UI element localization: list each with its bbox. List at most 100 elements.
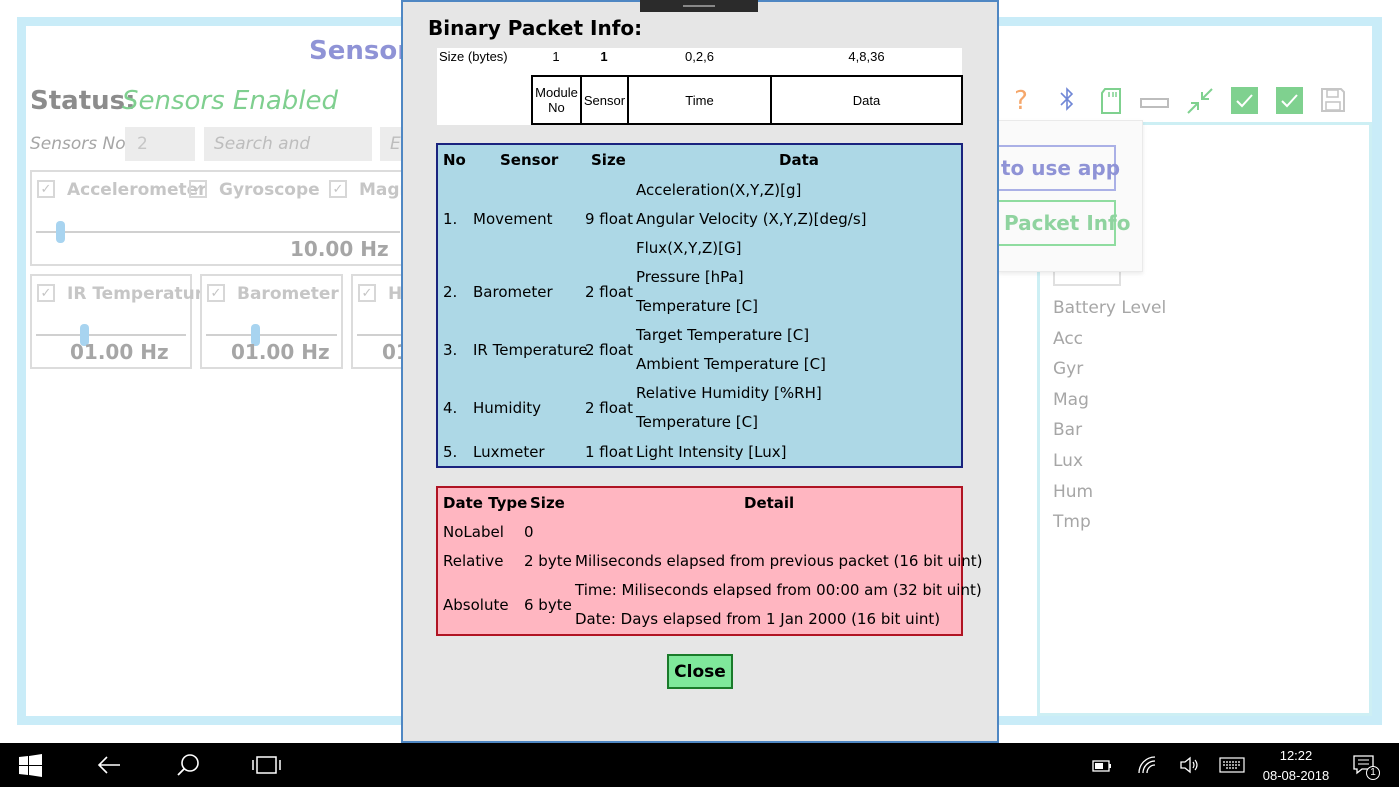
search-icon[interactable] [176,753,200,781]
back-icon[interactable] [97,755,121,779]
mag-label: Mag [1053,390,1089,410]
table-row-data: Flux(X,Y,Z)[G] [636,239,742,257]
sensors-no-input[interactable]: 2 [125,127,195,161]
movement-rate-value: 10.00 Hz [290,237,389,261]
windows-start-icon[interactable] [19,754,42,781]
bluetooth-icon[interactable] [1056,86,1078,118]
table-row-data: Acceleration(X,Y,Z)[g] [636,181,802,199]
packet-field-sensor: Sensor [580,75,629,125]
accelerometer-label: Accelerometer [67,180,207,200]
barometer-checkbox[interactable]: ✓ [207,284,225,302]
battery-field [1053,272,1121,286]
packet-info-button[interactable]: Packet Info [999,200,1130,246]
table-row-type: NoLabel [443,523,504,541]
table-row-no: 3. [443,341,458,359]
table-row-data: Relative Humidity [%RH] [636,384,822,402]
save-icon[interactable] [1320,87,1346,117]
table-row-detail: Time: Miliseconds elapsed from 00:00 am … [575,581,982,599]
movement-rate-slider-track[interactable] [36,231,400,233]
sd-card-icon[interactable] [1100,88,1122,118]
baro-rate-value: 01.00 Hz [231,340,330,364]
hum-rate-slider-track[interactable] [357,334,407,336]
ir-rate-slider-track[interactable] [36,334,186,336]
minus-bar-icon[interactable] [1140,94,1170,113]
bar-label: Bar [1053,420,1083,440]
table-row-type: Relative [443,552,504,570]
table-row-no: 2. [443,283,458,301]
magnetometer-checkbox[interactable]: ✓ [329,180,347,198]
table-row-size: 2 float [585,341,634,359]
status-value: Sensors Enabled [122,86,338,116]
packet-size-module: 1 [552,49,560,64]
task-view-icon[interactable] [252,754,281,780]
packet-size-sensor: 1 [600,49,608,64]
table-row-no: 1. [443,210,458,228]
gyroscope-checkbox[interactable]: ✓ [189,180,207,198]
table-row-no: 5. [443,443,458,461]
hum-label: Hum [1053,482,1094,502]
packet-field-time: Time [627,75,772,125]
table-row-size: 1 float [585,443,634,461]
tmp-label: Tmp [1053,512,1091,532]
table-row-sensor: Luxmeter [473,443,545,461]
barometer-label: Barometer [237,284,339,304]
table-row-data: Temperature [C] [636,297,758,315]
table-row-size: 6 byte [524,596,572,614]
table-row-detail: Miliseconds elapsed from previous packet… [575,552,983,570]
movement-rate-slider-thumb[interactable] [56,221,65,243]
volume-icon[interactable] [1180,756,1200,778]
table-row-detail: Date: Days elapsed from 1 Jan 2000 (16 b… [575,610,941,628]
packet-field-module-no: Module No [531,75,582,125]
table-row-data: Ambient Temperature [C] [636,355,826,373]
packet-size-label: Size (bytes) [439,49,508,64]
table-row-sensor: Humidity [473,399,542,417]
gyroscope-label: Gyroscope [219,180,320,200]
how-to-use-label: to use app [1001,156,1121,180]
table-row-data: Target Temperature [C] [636,326,810,344]
table-row-data: Angular Velocity (X,Y,Z)[deg/s] [636,210,867,228]
checkbox-checked-icon[interactable] [1276,87,1303,114]
lux-label: Lux [1053,451,1084,471]
baro-rate-slider-track[interactable] [206,334,337,336]
table-row-sensor: IR Temperature [473,341,588,359]
dialog-grip-line [683,5,715,7]
accelerometer-checkbox[interactable]: ✓ [37,180,55,198]
checkbox-checked-icon[interactable] [1231,87,1258,114]
how-to-use-button[interactable]: to use app [999,145,1120,191]
keyboard-icon[interactable] [1219,757,1245,777]
table-row-sensor: Barometer [473,283,553,301]
battery-level-label: Battery Level [1053,298,1167,318]
ir-temperature-label: IR Temperature [67,284,215,304]
table-row-data: Temperature [C] [636,413,758,431]
gyr-label: Gyr [1053,359,1084,379]
sensors-no-label: Sensors No. [30,134,132,154]
ir-rate-value: 01.00 Hz [70,340,169,364]
wifi-icon[interactable] [1137,755,1157,779]
sensor-table-header-size: Size [591,151,626,169]
packet-size-data: 4,8,36 [848,49,885,64]
sensor-table-header-no: No [443,151,466,169]
clock-time[interactable]: 12:22 [1264,748,1328,763]
battery-icon[interactable] [1092,758,1112,777]
date-table-header-type: Date Type [443,494,528,512]
packet-info-label: Packet Info [1004,211,1131,235]
table-row-no: 4. [443,399,458,417]
clock-date[interactable]: 08-08-2018 [1260,768,1332,783]
table-row-data: Light Intensity [Lux] [636,443,787,461]
humidity-checkbox[interactable]: ✓ [358,284,376,302]
notification-badge: 1 [1366,766,1380,780]
close-button[interactable]: Close [667,654,733,689]
table-row-size: 9 float [585,210,634,228]
table-row-size: 2 float [585,283,634,301]
table-row-data: Pressure [hPa] [636,268,744,286]
help-icon[interactable]: ? [1008,86,1034,116]
ir-temperature-checkbox[interactable]: ✓ [37,284,55,302]
acc-label: Acc [1053,329,1084,349]
sensor-table-header-data: Data [779,151,819,169]
search-and-connect-button[interactable]: Search and Connect [204,127,372,188]
table-row-type: Absolute [443,596,509,614]
packet-field-data: Data [770,75,963,125]
table-row-size: 0 [524,523,534,541]
collapse-icon[interactable] [1186,87,1214,119]
date-table-header-detail: Detail [744,494,795,512]
